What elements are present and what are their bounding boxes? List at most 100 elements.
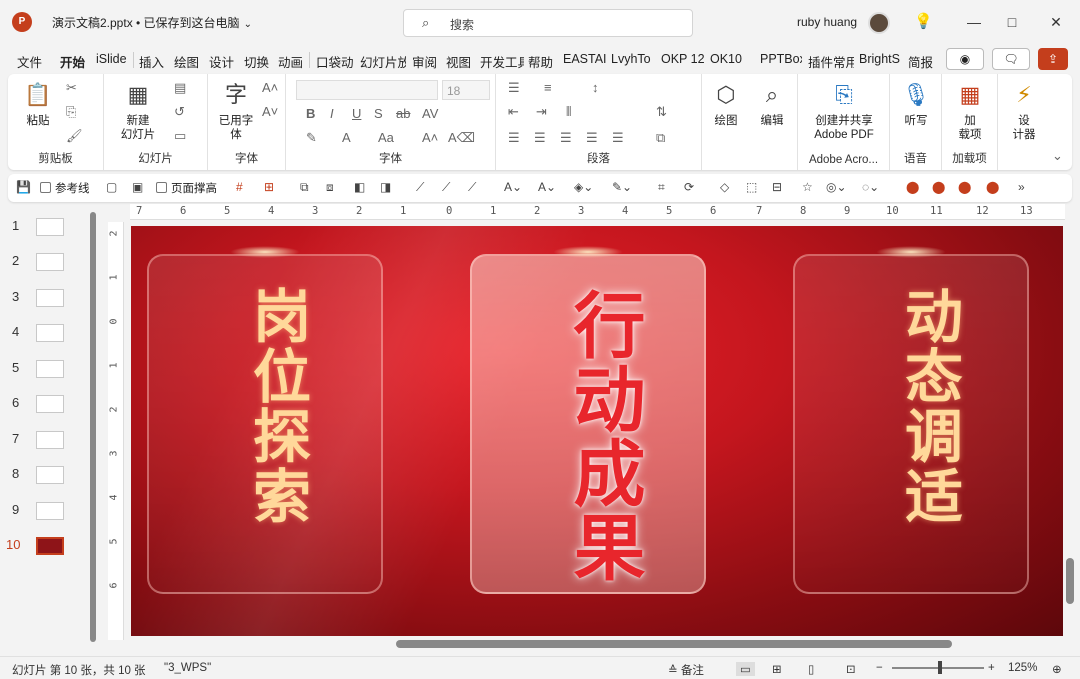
search-box[interactable]: ⌕ 搜索 [403,9,693,37]
justify-icon[interactable]: ☰ [586,130,598,146]
maximize-button[interactable]: □ [1000,10,1024,34]
tab-insert[interactable]: 插入 [139,52,164,71]
fill-checkbox[interactable]: 页面撑高 [156,180,217,196]
tab-slideshow[interactable]: 幻灯片放 [360,52,406,71]
create-pdf-button[interactable]: ⎘ 创建并共享 Adobe PDF [802,80,886,142]
minimize-button[interactable]: — [962,10,986,34]
cut-icon[interactable]: ✂ [66,80,77,96]
sorter-view-icon[interactable]: ⊞ [772,662,782,676]
lightbulb-icon[interactable]: 💡 [914,12,933,30]
save-icon[interactable]: 💾 [16,180,31,194]
notes-button[interactable]: ≙ 备注 [668,662,704,678]
fill-color-icon[interactable]: ◈⌄ [574,180,593,194]
zoom-in-icon[interactable]: + [988,662,995,674]
slide-thumb[interactable]: 3 [0,287,92,311]
ungroup-icon[interactable]: ⧈ [326,180,334,195]
numbering-icon[interactable]: ≡ [544,80,552,95]
slideshow-view-icon[interactable]: ⊡ [846,662,856,676]
bold-icon[interactable]: B [306,106,315,121]
grid-icon[interactable]: # [236,180,243,194]
edit-button[interactable]: ⌕ 编辑 [752,80,792,128]
text-color-icon[interactable]: A⌄ [504,180,522,194]
zoom-level[interactable]: 125% [1008,662,1037,674]
tab-brightslide[interactable]: BrightS [859,52,903,66]
frame-icon[interactable]: ▢ [106,180,117,194]
back-icon[interactable]: ◨ [380,180,391,194]
decrease-font-icon[interactable]: A˅ [262,104,278,119]
strikethrough-icon[interactable]: ab [396,106,410,121]
card-center-title[interactable]: 行动成果 [551,288,656,584]
close-button[interactable]: ✕ [1044,10,1068,34]
tab-briefing[interactable]: 简报 [908,52,933,71]
copy-icon[interactable]: ⎘ [66,104,76,120]
draw-button[interactable]: ⬡ 绘图 [706,80,746,128]
tab-common-plugins[interactable]: 插件常用 [808,52,854,71]
guide-checkbox[interactable]: 参考线 [40,180,90,196]
rotate-icon[interactable]: ⟳ [684,180,694,194]
grow-font-icon[interactable]: A˄ [422,130,438,145]
slide-thumb[interactable]: 2 [0,251,92,275]
font-color-icon[interactable]: A [342,130,351,145]
textbox-icon[interactable]: ▣ [132,180,143,194]
front-icon[interactable]: ◧ [354,180,365,194]
distribute-icon[interactable]: ☰ [612,130,624,146]
tab-developer[interactable]: 开发工具 [480,52,524,71]
align-icon[interactable]: ⊞ [264,180,274,194]
slide-thumb[interactable]: 1 [0,216,92,240]
text-outline-icon[interactable]: A⌄ [538,180,556,194]
change-case-icon[interactable]: Aa [378,130,394,145]
crop-icon[interactable]: ⌗ [658,180,665,195]
distribute-icon[interactable]: ⊟ [772,180,782,194]
intersect-icon[interactable]: ⬤ [986,180,999,194]
slide-thumb[interactable]: 4 [0,322,92,346]
slide-canvas[interactable]: 岗位探索 行动成果 动态调适 [131,226,1063,636]
shadow-icon[interactable]: S [374,106,383,121]
smartart-icon[interactable]: ⧉ [656,130,665,146]
tab-pocket-animation[interactable]: 口袋动 [316,52,354,71]
fragment-icon[interactable]: ⬤ [958,180,971,194]
avatar[interactable] [868,12,890,34]
tab-pptbox[interactable]: PPTBox [760,52,802,66]
slide-thumb[interactable]: 7 [0,429,92,453]
union-icon[interactable]: ⬤ [906,180,919,194]
align-right-icon[interactable]: ☰ [560,130,572,146]
tab-animations[interactable]: 动画 [278,52,303,71]
tab-ok10[interactable]: OK10 [710,52,754,66]
effect-icon[interactable]: ◌⌄ [862,180,879,194]
tab-home[interactable]: 开始 [60,52,85,71]
bullets-icon[interactable]: ☰ [508,80,520,96]
tab-help[interactable]: 帮助 [528,52,553,71]
more-icon[interactable]: » [1018,180,1025,194]
star-icon[interactable]: ☆ [802,180,813,194]
eyedropper3-icon[interactable]: ⟋ [468,180,476,195]
card-left-title[interactable]: 岗位探索 [235,286,319,526]
decrease-indent-icon[interactable]: ⇤ [508,104,519,120]
eyedropper-icon[interactable]: ⟋ [416,180,424,195]
normal-view-icon[interactable]: ▭ [736,662,755,676]
slide-thumb[interactable]: 9 [0,500,92,524]
vertical-scrollbar[interactable] [1066,558,1074,604]
user-name[interactable]: ruby huang [797,15,857,29]
font-name-input[interactable] [296,80,438,100]
tab-review[interactable]: 审阅 [412,52,437,71]
tab-lvyhtools[interactable]: LvyhTo [611,52,655,66]
designer-button[interactable]: ⚡ 设 计器 [1004,80,1044,142]
tab-okp[interactable]: OKP 12 [661,52,705,66]
thumbnails-scrollbar[interactable] [90,212,96,642]
tab-eastai[interactable]: EASTAI [563,52,607,66]
tab-file[interactable]: 文件 [17,52,42,71]
horizontal-scrollbar[interactable] [396,640,952,648]
tab-transitions[interactable]: 切换 [244,52,269,71]
align-left-icon[interactable]: ☰ [508,130,520,146]
reset-icon[interactable]: ↺ [174,104,185,120]
slide-thumb[interactable]: 8 [0,464,92,488]
dictate-button[interactable]: 🎙 听写 [896,80,936,128]
zoom-out-icon[interactable]: − [876,662,883,674]
document-title[interactable]: 演示文稿2.pptx • 已保存到这台电脑 ⌄ [52,14,252,31]
slide-thumb[interactable]: 5 [0,358,92,382]
clear-format-icon[interactable]: A⌫ [448,130,475,146]
card-right-title[interactable]: 动态调适 [887,286,971,526]
zoom-slider-thumb[interactable] [938,661,942,674]
outline-color-icon[interactable]: ✎⌄ [612,180,632,194]
section-icon[interactable]: ▭ [174,128,186,144]
